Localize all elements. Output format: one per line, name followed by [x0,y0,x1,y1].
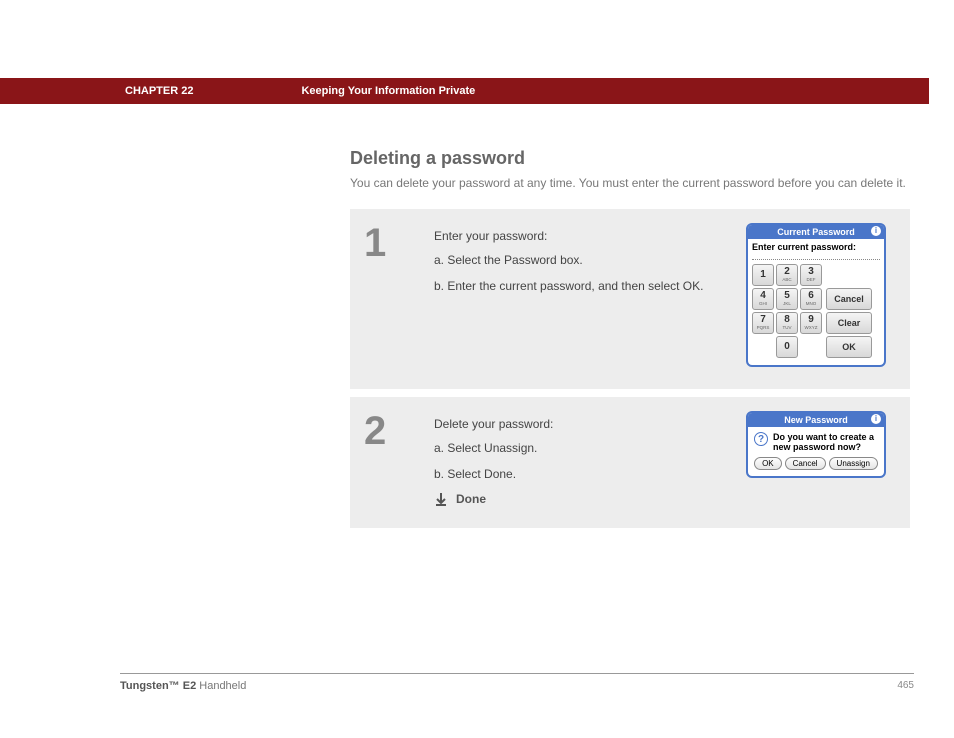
info-icon[interactable]: i [871,414,881,424]
new-password-dialog: New Password i ? Do you want to create a… [746,411,886,478]
info-icon[interactable]: i [871,226,881,236]
dialog-title: New Password [784,415,848,425]
current-password-dialog: Current Password i Enter current passwor… [746,223,886,367]
footer-rule [120,673,914,674]
keypad-7[interactable]: 7PQRS [752,312,774,334]
keypad-1[interactable]: 1 [752,264,774,286]
substep-b: b. Enter the current password, and then … [434,279,736,295]
done-arrow-icon [434,492,448,506]
cancel-button[interactable]: Cancel [785,457,826,470]
step-number: 2 [364,411,434,506]
substep-a: a. Select Unassign. [434,441,736,457]
keypad-4[interactable]: 4GHI [752,288,774,310]
ok-button[interactable]: OK [826,336,872,358]
cancel-button[interactable]: Cancel [826,288,872,310]
chapter-label: CHAPTER 22 [125,85,193,97]
keypad-5[interactable]: 5JKL [776,288,798,310]
chapter-header-bar: CHAPTER 22 Keeping Your Information Priv… [0,78,954,104]
done-label: Done [456,492,486,506]
password-input-line[interactable] [752,254,880,260]
prompt-text: Enter current password: [752,242,880,252]
step-instruction: Delete your password: [434,417,736,431]
substep-a: a. Select the Password box. [434,253,736,269]
keypad-8[interactable]: 8TUV [776,312,798,334]
page-title: Deleting a password [350,148,910,169]
footer-page-number: 465 [897,680,914,691]
step-2: 2 Delete your password: a. Select Unassi… [350,397,910,528]
dialog-title: Current Password [777,227,855,237]
section-label: Keeping Your Information Private [301,85,475,97]
step-1: 1 Enter your password: a. Select the Pas… [350,209,910,389]
keypad-0[interactable]: 0 [776,336,798,358]
clear-button[interactable]: Clear [826,312,872,334]
ok-button[interactable]: OK [754,457,782,470]
step-number: 1 [364,223,434,367]
footer-product: Tungsten™ E2 Handheld [120,680,246,692]
keypad-3[interactable]: 3DEF [800,264,822,286]
step-instruction: Enter your password: [434,229,736,243]
question-icon: ? [754,432,768,446]
keypad-9[interactable]: 9WXYZ [800,312,822,334]
unassign-button[interactable]: Unassign [829,457,878,470]
keypad-2[interactable]: 2ABC [776,264,798,286]
dialog-question: Do you want to create a new password now… [773,432,878,452]
keypad-6[interactable]: 6MNO [800,288,822,310]
page-intro: You can delete your password at any time… [350,175,910,191]
substep-b: b. Select Done. [434,467,736,483]
